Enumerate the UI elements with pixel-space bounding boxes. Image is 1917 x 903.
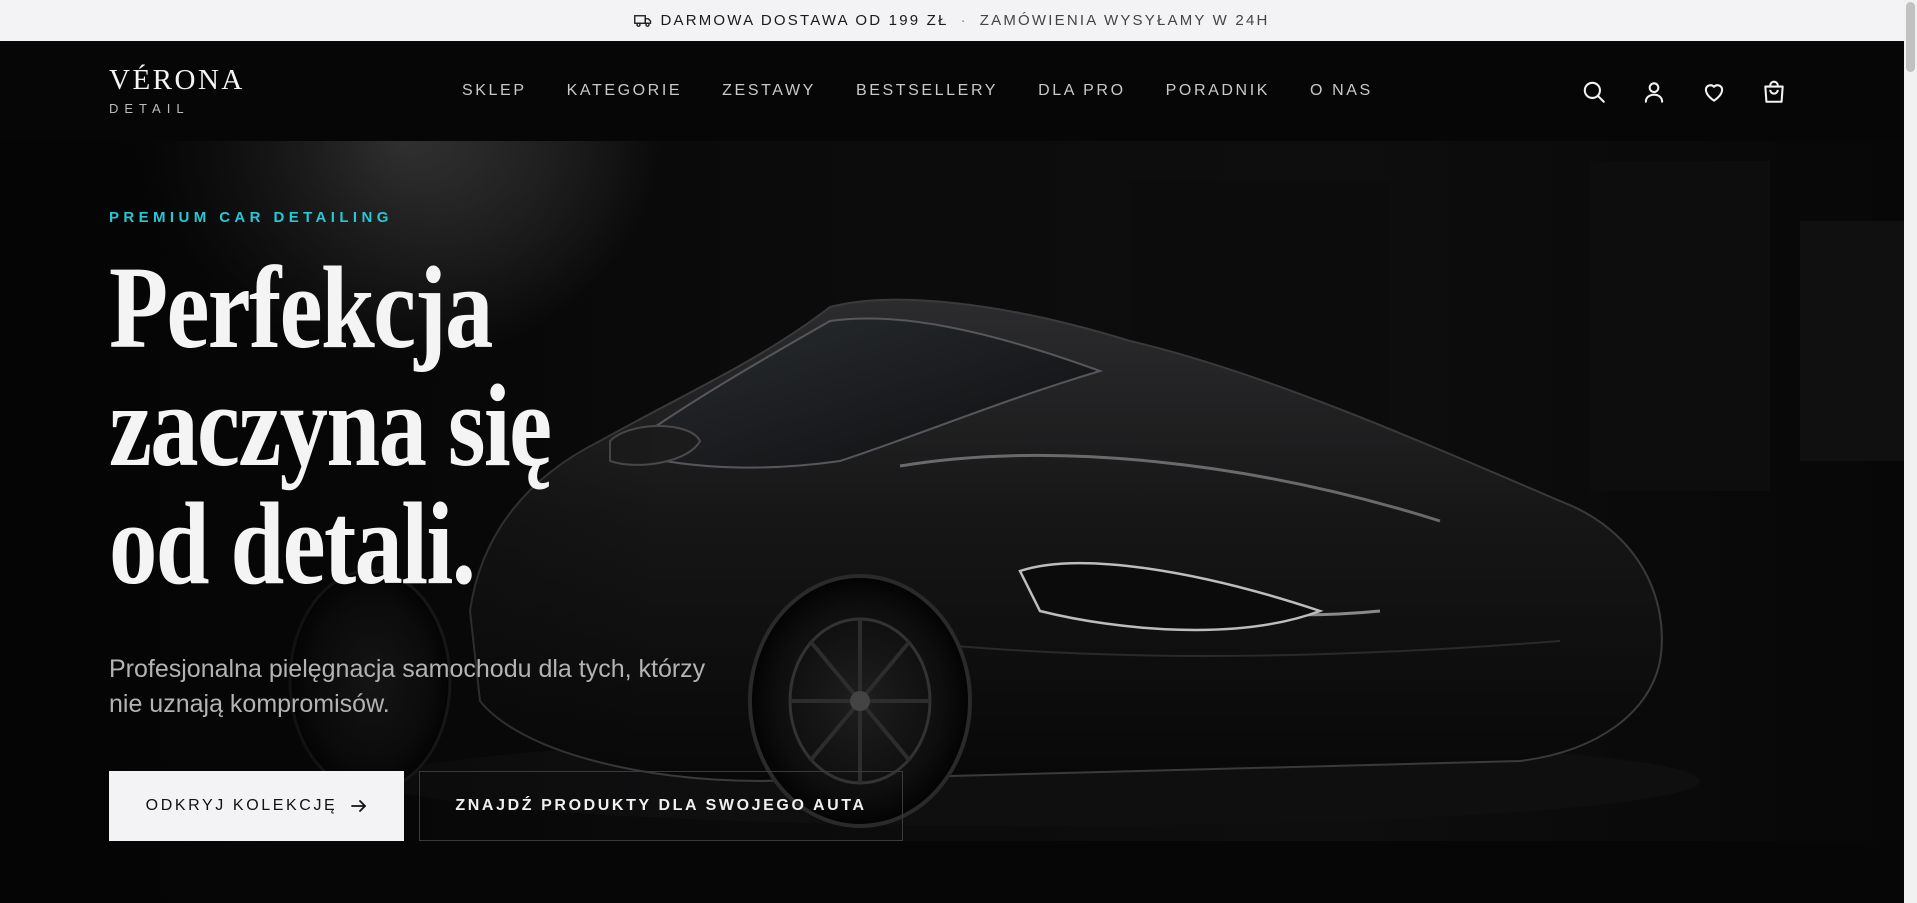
headline-line-2: zaczyna się [109, 360, 552, 491]
headline-line-1: Perfekcja [109, 242, 493, 373]
hero-eyebrow: PREMIUM CAR DETAILING [109, 209, 393, 226]
shipping-message: DARMOWA DOSTAWA OD 199 ZŁ [660, 12, 949, 29]
page-scrollbar[interactable] [1904, 0, 1917, 903]
bag-icon[interactable] [1761, 79, 1787, 105]
search-icon[interactable] [1581, 79, 1607, 105]
headline-line-3: od detali. [109, 478, 476, 609]
nav-item-o-nas[interactable]: O NAS [1310, 82, 1373, 100]
heart-icon[interactable] [1701, 79, 1727, 105]
discover-collection-label: ODKRYJ KOLEKCJĘ [145, 797, 338, 814]
scrollbar-thumb[interactable] [1906, 2, 1915, 72]
announcement-separator: · [960, 12, 968, 29]
truck-icon [634, 14, 652, 27]
arrow-right-icon [351, 800, 367, 812]
find-products-label: ZNAJDŹ PRODUKTY DLA SWOJEGO AUTA [455, 797, 867, 814]
main-nav: SKLEP KATEGORIE ZESTAWY BESTSELLERY DLA … [462, 41, 1413, 141]
hero-subtext: Profesjonalna pielęgnacja samochodu dla … [109, 655, 706, 718]
discover-collection-button[interactable]: ODKRYJ KOLEKCJĘ [109, 771, 404, 841]
site-header: VÉRONA DETAIL SKLEP KATEGORIE ZESTAWY BE… [0, 41, 1904, 141]
nav-item-sklep[interactable]: SKLEP [462, 82, 527, 100]
header-actions [1581, 79, 1821, 105]
nav-item-kategorie[interactable]: KATEGORIE [567, 82, 683, 100]
brand-logo[interactable]: VÉRONA DETAIL [109, 64, 245, 117]
nav-item-dla-pro[interactable]: DLA PRO [1038, 82, 1126, 100]
dispatch-message: ZAMÓWIENIA WYSYŁAMY W 24H [979, 12, 1270, 29]
hero-headline: Perfekcja zaczyna się od detali. [109, 249, 601, 603]
user-icon[interactable] [1641, 79, 1667, 105]
nav-item-bestsellery[interactable]: BESTSELLERY [856, 82, 998, 100]
brand-subtitle: DETAIL [109, 101, 190, 116]
nav-item-poradnik[interactable]: PORADNIK [1166, 82, 1270, 100]
announcement-bar: DARMOWA DOSTAWA OD 199 ZŁ · ZAMÓWIENIA W… [0, 0, 1904, 41]
hero-section: PREMIUM CAR DETAILING Perfekcja zaczyna … [0, 141, 1904, 903]
nav-item-zestawy[interactable]: ZESTAWY [722, 82, 816, 100]
find-products-button[interactable]: ZNAJDŹ PRODUKTY DLA SWOJEGO AUTA [419, 771, 903, 841]
brand-name: VÉRONA [109, 64, 245, 96]
